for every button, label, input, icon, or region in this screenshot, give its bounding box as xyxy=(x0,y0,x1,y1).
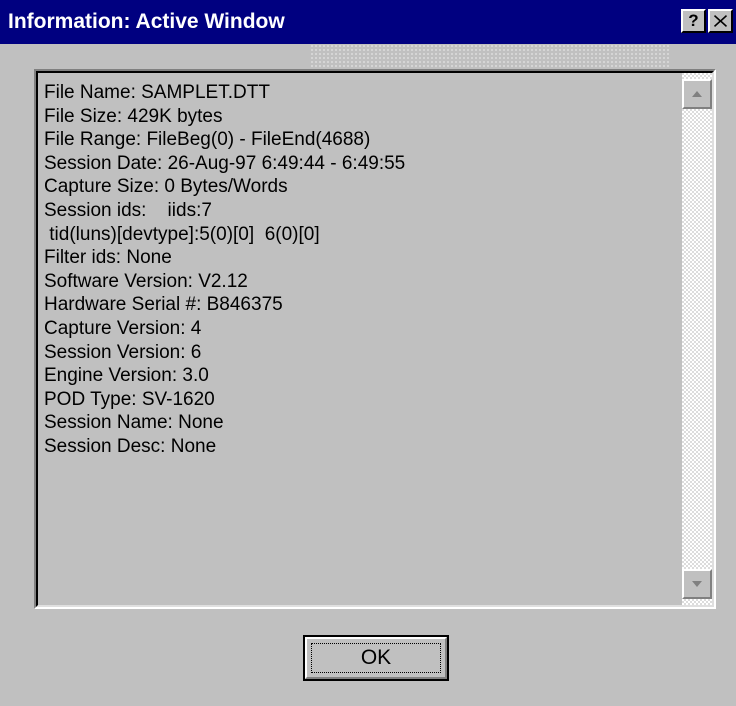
info-line-session-date: Session Date: 26-Aug-97 6:49:44 - 6:49:5… xyxy=(44,152,406,174)
ok-button-label: OK xyxy=(360,646,392,669)
scroll-down-button[interactable] xyxy=(682,569,712,599)
background-pattern xyxy=(310,44,670,68)
ok-button-focus: OK xyxy=(311,643,441,673)
info-line-session-version: Session Version: 6 xyxy=(44,341,202,363)
info-line-file-range: File Range: FileBeg(0) - FileEnd(4688) xyxy=(44,129,371,151)
info-line-capture-size: Capture Size: 0 Bytes/Words xyxy=(44,176,288,198)
ok-button-bevel: OK xyxy=(305,637,447,679)
listbox-frame: File Name: SAMPLET.DTT File Size: 429K b… xyxy=(36,71,714,607)
help-icon: ? xyxy=(688,11,699,30)
info-line-session-ids: Session ids: iids:7 xyxy=(44,199,212,221)
window-title: Information: Active Window xyxy=(8,10,285,33)
info-line-session-desc: Session Desc: None xyxy=(44,435,217,457)
title-bar[interactable]: Information: Active Window ? xyxy=(0,0,736,44)
arrow-up-icon xyxy=(691,85,703,103)
info-line-capture-version: Capture Version: 4 xyxy=(44,317,202,339)
help-button[interactable]: ? xyxy=(681,9,706,33)
info-listbox[interactable]: File Name: SAMPLET.DTT File Size: 429K b… xyxy=(34,69,716,609)
close-button[interactable] xyxy=(708,9,733,33)
close-icon xyxy=(714,15,727,27)
info-line-filter-ids: Filter ids: None xyxy=(44,247,172,269)
info-line-engine-version: Engine Version: 3.0 xyxy=(44,365,209,387)
scroll-up-button[interactable] xyxy=(682,79,712,109)
info-line-session-name: Session Name: None xyxy=(44,412,224,434)
info-dialog: Information: Active Window ? File Name: … xyxy=(0,0,736,706)
info-line-file-size: File Size: 429K bytes xyxy=(44,105,223,127)
info-line-software-version: Software Version: V2.12 xyxy=(44,270,248,292)
arrow-down-icon xyxy=(691,575,703,593)
info-line-hardware-serial: Hardware Serial #: B846375 xyxy=(44,294,283,316)
info-line-pod-type: POD Type: SV-1620 xyxy=(44,388,215,410)
vertical-scrollbar[interactable] xyxy=(682,73,712,605)
ok-button[interactable]: OK xyxy=(303,635,449,681)
info-line-tid-luns: tid(luns)[devtype]:5(0)[0] 6(0)[0] xyxy=(44,223,320,245)
info-line-file-name: File Name: SAMPLET.DTT xyxy=(44,82,270,103)
info-text-area: File Name: SAMPLET.DTT File Size: 429K b… xyxy=(44,81,676,459)
